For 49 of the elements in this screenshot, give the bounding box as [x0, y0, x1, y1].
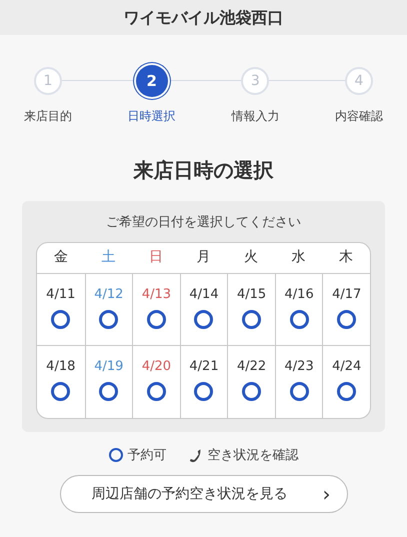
date-cell[interactable]: 4/21 — [180, 346, 228, 418]
weekday-header: 月 — [196, 248, 210, 267]
date-label: 4/17 — [332, 286, 362, 302]
date-cell[interactable]: 4/15 — [227, 274, 275, 344]
step-label: 来店目的 — [24, 108, 72, 125]
date-cell[interactable]: 4/11 — [37, 274, 85, 344]
step-number: 2 — [136, 65, 168, 97]
step-label: 情報入力 — [231, 108, 280, 125]
date-label: 4/13 — [142, 286, 172, 302]
date-cell[interactable]: 4/20 — [132, 346, 180, 418]
date-cell[interactable]: 4/14 — [180, 274, 228, 344]
page-heading: 来店日時の選択 — [134, 157, 274, 184]
phone-icon — [188, 448, 202, 463]
nearby-stores-button[interactable]: 周辺店舗の予約空き状況を見る › — [60, 475, 348, 513]
date-label: 4/14 — [189, 286, 219, 302]
weekday-header: 土 — [101, 248, 116, 267]
weekday-header: 木 — [339, 248, 354, 267]
store-title: ワイモバイル池袋西口 — [124, 6, 284, 28]
step-number: 4 — [344, 67, 373, 95]
date-label: 4/20 — [142, 358, 172, 374]
date-label: 4/12 — [94, 286, 124, 302]
date-cell[interactable]: 4/24 — [322, 346, 370, 418]
date-label: 4/15 — [236, 286, 266, 302]
weekday-header: 水 — [292, 248, 306, 267]
date-label: 4/21 — [189, 358, 219, 374]
date-label: 4/22 — [236, 358, 266, 374]
weekday-header: 金 — [54, 248, 68, 267]
date-cell[interactable]: 4/16 — [274, 274, 322, 344]
weekday-header: 火 — [244, 248, 258, 267]
step-label: 日時選択 — [128, 108, 176, 125]
date-label: 4/19 — [94, 358, 124, 374]
date-label: 4/11 — [46, 286, 76, 302]
date-cell[interactable]: 4/23 — [274, 346, 322, 418]
date-label: 4/18 — [46, 358, 76, 374]
legend-label: 予約可 — [128, 446, 166, 464]
step-number: 3 — [241, 67, 270, 95]
date-cell[interactable]: 4/18 — [37, 346, 85, 418]
step-label: 内容確認 — [334, 108, 383, 125]
available-icon — [108, 448, 122, 462]
legend-label: 空き状況を確認 — [208, 446, 298, 464]
date-label: 4/24 — [332, 358, 362, 374]
weekday-header: 日 — [148, 248, 163, 267]
date-cell[interactable]: 4/17 — [322, 274, 370, 344]
step-number: 1 — [34, 67, 62, 95]
date-label: 4/23 — [284, 358, 314, 374]
date-cell[interactable]: 4/13 — [132, 274, 180, 344]
calendar-prompt: ご希望の日付を選択してください — [106, 214, 301, 232]
date-cell[interactable]: 4/22 — [227, 346, 275, 418]
date-label: 4/16 — [284, 286, 314, 302]
